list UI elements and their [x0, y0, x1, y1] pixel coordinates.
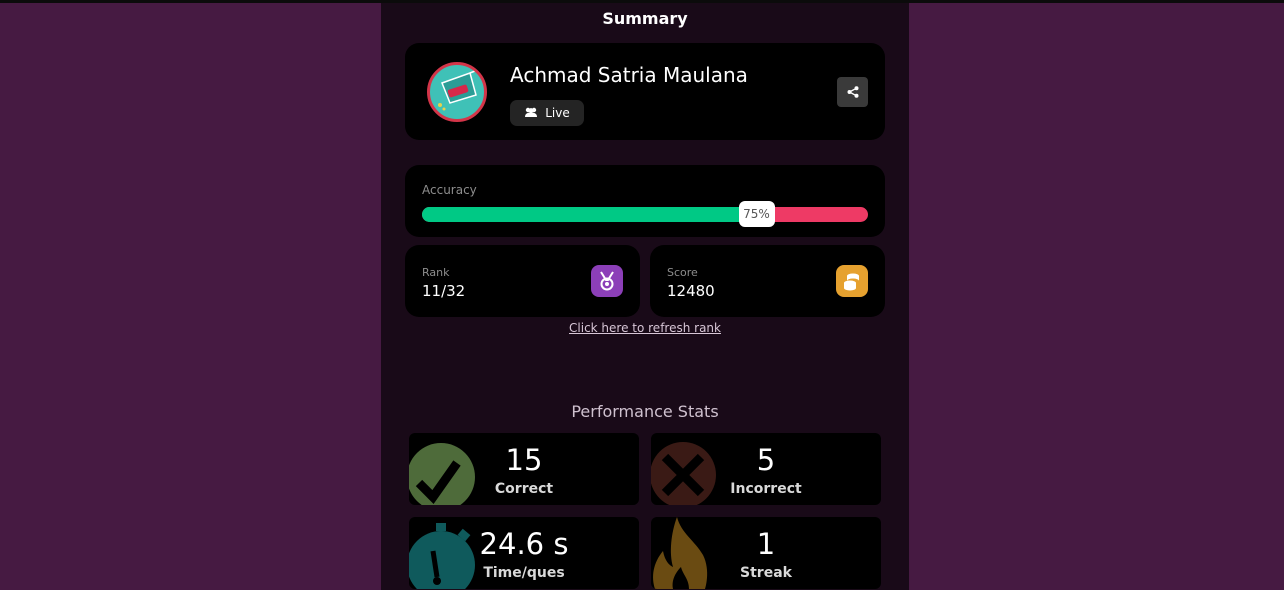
- streak-label: Streak: [740, 565, 792, 581]
- rank-label: Rank: [422, 266, 450, 279]
- stat-time: 24.6 s Time/ques: [409, 517, 639, 589]
- correct-count: 15: [505, 443, 543, 477]
- share-button[interactable]: [837, 77, 868, 107]
- correct-label: Correct: [494, 481, 554, 497]
- user-name: Achmad Satria Maulana: [510, 63, 748, 87]
- performance-stats-title: Performance Stats: [571, 402, 719, 421]
- stat-correct: 15 Correct: [409, 433, 639, 505]
- time-per-question-label: Time/ques: [483, 565, 565, 581]
- accuracy-bar-fill: [422, 207, 757, 222]
- summary-panel: Summary Achmad Satria Maulana Live Accur…: [381, 3, 909, 590]
- score-value: 12480: [667, 282, 715, 300]
- medal-icon: [591, 265, 623, 297]
- avatar: [427, 62, 487, 122]
- rank-value: 11/32: [422, 282, 466, 300]
- live-badge-label: Live: [545, 106, 570, 120]
- coins-icon: [836, 265, 868, 297]
- score-label: Score: [667, 266, 698, 279]
- streak-value: 1: [756, 527, 776, 561]
- refresh-rank-link[interactable]: Click here to refresh rank: [381, 321, 909, 335]
- accuracy-bar: [422, 207, 868, 222]
- incorrect-label: Incorrect: [730, 481, 802, 497]
- accuracy-percent: 75%: [738, 201, 775, 227]
- rank-card: Rank 11/32: [405, 245, 640, 317]
- stat-streak: 1 Streak: [651, 517, 881, 589]
- page-title: Summary: [602, 9, 688, 28]
- accuracy-label: Accuracy: [422, 183, 477, 197]
- live-badge: Live: [510, 100, 584, 126]
- incorrect-count: 5: [756, 443, 776, 477]
- share-icon: [847, 83, 859, 102]
- time-per-question-value: 24.6 s: [479, 527, 569, 561]
- profile-card: Achmad Satria Maulana Live: [405, 43, 885, 140]
- accuracy-card: Accuracy 75%: [405, 165, 885, 237]
- stat-incorrect: 5 Incorrect: [651, 433, 881, 505]
- group-icon: [524, 106, 538, 120]
- score-card: Score 12480: [650, 245, 885, 317]
